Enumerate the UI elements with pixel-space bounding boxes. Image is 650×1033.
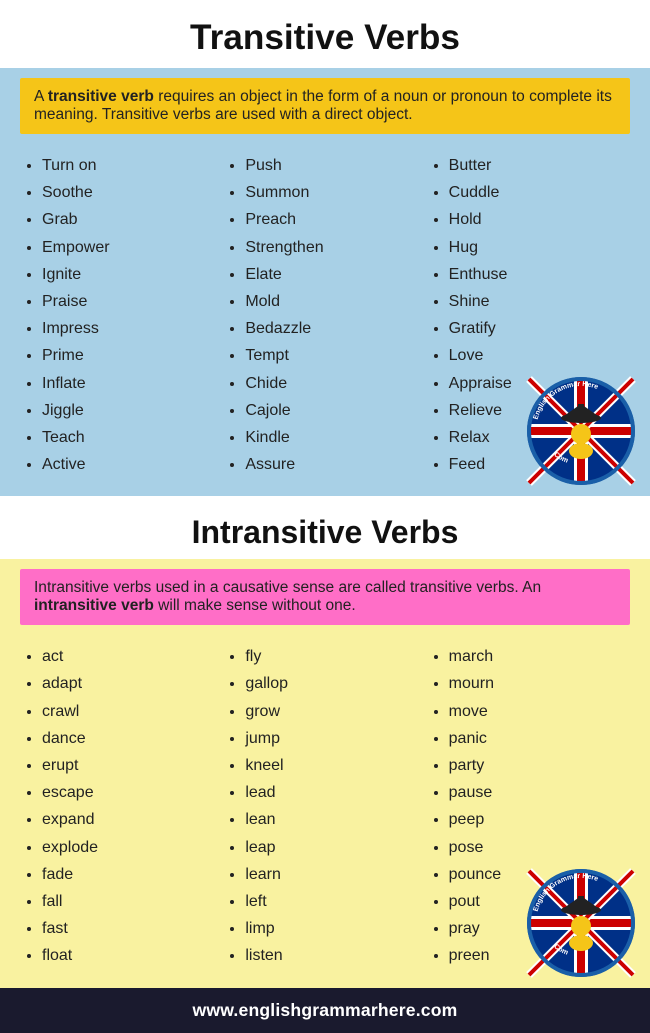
intransitive-list-item: escape: [42, 779, 223, 806]
intransitive-list-item: fall: [42, 888, 223, 915]
intransitive-list-item: move: [449, 698, 630, 725]
transitive-logo: English Grammar Here .Com: [526, 376, 636, 486]
transitive-list-item: Prime: [42, 342, 223, 369]
transitive-title: Transitive Verbs: [0, 0, 650, 68]
intransitive-list-col1: actadaptcrawldanceeruptescapeexpandexplo…: [20, 643, 223, 969]
transitive-list-item: Assure: [245, 451, 426, 478]
intransitive-list-item: pause: [449, 779, 630, 806]
intransitive-list-item: panic: [449, 725, 630, 752]
intransitive-list-item: explode: [42, 834, 223, 861]
transitive-logo-svg: English Grammar Here .Com: [526, 376, 636, 486]
transitive-list-item: Turn on: [42, 152, 223, 179]
intransitive-section: Intransitive Verbs Intransitive verbs us…: [0, 496, 650, 987]
intransitive-list-item: lean: [245, 806, 426, 833]
intransitive-list-item: gallop: [245, 670, 426, 697]
intransitive-content-area: Intransitive verbs used in a causative s…: [0, 559, 650, 987]
intransitive-list-item: listen: [245, 942, 426, 969]
intransitive-list-item: fly: [245, 643, 426, 670]
transitive-list-item: Grab: [42, 206, 223, 233]
intransitive-title: Intransitive Verbs: [0, 496, 650, 559]
transitive-list-item: Gratify: [449, 315, 630, 342]
intransitive-list-item: act: [42, 643, 223, 670]
transitive-definition-text: A transitive verb requires an object in …: [34, 88, 612, 123]
intransitive-list-item: mourn: [449, 670, 630, 697]
transitive-list-item: Bedazzle: [245, 315, 426, 342]
intransitive-col2: flygallopgrowjumpkneelleadleanleaplearnl…: [223, 643, 426, 969]
intransitive-list-item: leap: [245, 834, 426, 861]
transitive-col1: Turn onSootheGrabEmpowerIgnitePraiseImpr…: [20, 152, 223, 478]
footer-url: www.englishgrammarhere.com: [193, 1000, 458, 1020]
intransitive-definition-box: Intransitive verbs used in a causative s…: [20, 569, 630, 625]
intransitive-logo: English Grammar Here .Com: [526, 868, 636, 978]
transitive-list-item: Kindle: [245, 424, 426, 451]
transitive-section: Transitive Verbs A transitive verb requi…: [0, 0, 650, 496]
intransitive-list-item: grow: [245, 698, 426, 725]
transitive-definition-box: A transitive verb requires an object in …: [20, 78, 630, 134]
transitive-list-item: Jiggle: [42, 397, 223, 424]
intransitive-list-item: learn: [245, 861, 426, 888]
transitive-list-item: Love: [449, 342, 630, 369]
transitive-list-item: Preach: [245, 206, 426, 233]
intransitive-list-item: lead: [245, 779, 426, 806]
intransitive-list-item: float: [42, 942, 223, 969]
transitive-list-item: Impress: [42, 315, 223, 342]
transitive-list-item: Enthuse: [449, 261, 630, 288]
transitive-list-item: Push: [245, 152, 426, 179]
intransitive-list-item: fade: [42, 861, 223, 888]
intransitive-list-item: dance: [42, 725, 223, 752]
transitive-bold: transitive verb: [48, 88, 154, 105]
transitive-list-item: Shine: [449, 288, 630, 315]
intransitive-list-item: left: [245, 888, 426, 915]
intransitive-list-item: erupt: [42, 752, 223, 779]
intransitive-list-item: jump: [245, 725, 426, 752]
intransitive-list-item: limp: [245, 915, 426, 942]
intransitive-col1: actadaptcrawldanceeruptescapeexpandexplo…: [20, 643, 223, 969]
transitive-list-item: Inflate: [42, 370, 223, 397]
transitive-list-item: Empower: [42, 234, 223, 261]
transitive-list-item: Cajole: [245, 397, 426, 424]
transitive-list-item: Chide: [245, 370, 426, 397]
intransitive-logo-svg: English Grammar Here .Com: [526, 868, 636, 978]
intransitive-list-item: kneel: [245, 752, 426, 779]
intransitive-list-item: peep: [449, 806, 630, 833]
transitive-list-item: Cuddle: [449, 179, 630, 206]
intransitive-list-col2: flygallopgrowjumpkneelleadleanleaplearnl…: [223, 643, 426, 969]
transitive-list-item: Strengthen: [245, 234, 426, 261]
transitive-list-item: Ignite: [42, 261, 223, 288]
intransitive-list-item: crawl: [42, 698, 223, 725]
intransitive-bold: intransitive verb: [34, 597, 154, 614]
intransitive-list-item: fast: [42, 915, 223, 942]
transitive-list-item: Hold: [449, 206, 630, 233]
transitive-list-item: Mold: [245, 288, 426, 315]
transitive-list-item: Soothe: [42, 179, 223, 206]
transitive-list-item: Elate: [245, 261, 426, 288]
footer: www.englishgrammarhere.com: [0, 988, 650, 1033]
transitive-list-item: Active: [42, 451, 223, 478]
transitive-list-item: Butter: [449, 152, 630, 179]
transitive-list-item: Hug: [449, 234, 630, 261]
transitive-list-col2: PushSummonPreachStrengthenElateMoldBedaz…: [223, 152, 426, 478]
transitive-list-col1: Turn onSootheGrabEmpowerIgnitePraiseImpr…: [20, 152, 223, 478]
intransitive-list-item: pose: [449, 834, 630, 861]
intransitive-list-item: march: [449, 643, 630, 670]
intransitive-list-item: adapt: [42, 670, 223, 697]
transitive-list-item: Teach: [42, 424, 223, 451]
transitive-list-item: Tempt: [245, 342, 426, 369]
transitive-list-item: Summon: [245, 179, 426, 206]
transitive-list-item: Praise: [42, 288, 223, 315]
intransitive-list-item: party: [449, 752, 630, 779]
intransitive-list-item: expand: [42, 806, 223, 833]
transitive-col2: PushSummonPreachStrengthenElateMoldBedaz…: [223, 152, 426, 478]
transitive-content-area: A transitive verb requires an object in …: [0, 68, 650, 496]
intransitive-definition-text: Intransitive verbs used in a causative s…: [34, 579, 541, 614]
